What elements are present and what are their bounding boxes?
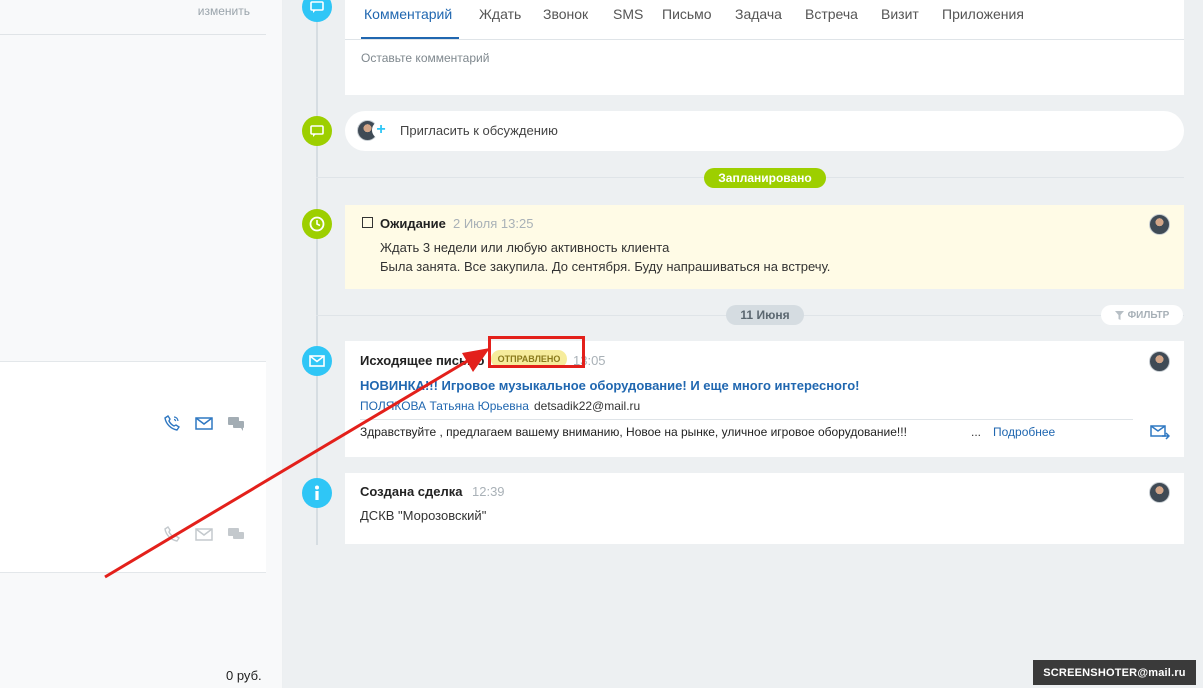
watermark: SCREENSHOTER@mail.ru [1033,660,1196,685]
annotation-highlight-box [488,336,585,368]
annotation-arrow [104,348,490,579]
